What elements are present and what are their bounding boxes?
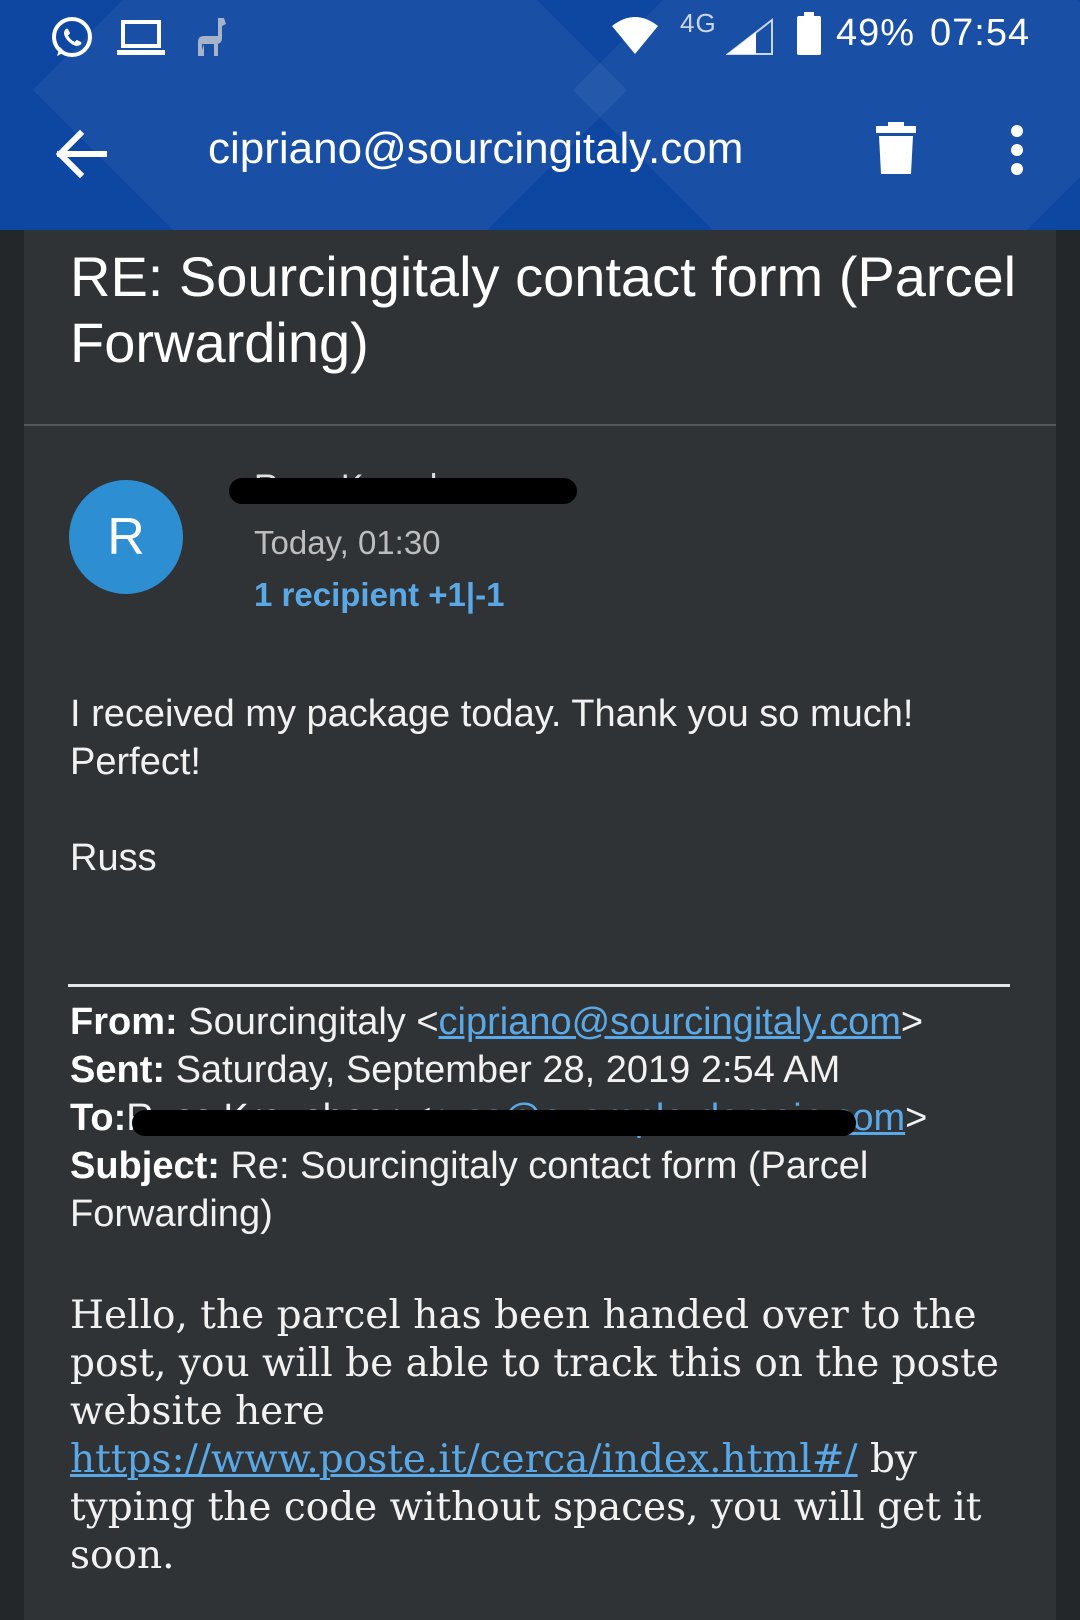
from-email-link[interactable]: cipriano@sourcingitaly.com	[439, 1001, 901, 1043]
quoted-message: Hello, the parcel has been handed over t…	[70, 1292, 1020, 1580]
quoted-subject: Subject: Re: Sourcingitaly contact form …	[70, 1142, 1010, 1238]
body-line: Perfect!	[70, 741, 201, 783]
body-line: Russ	[70, 837, 157, 879]
redaction-bar	[229, 478, 577, 504]
email-date: Today, 01:30	[254, 524, 441, 561]
quoted-sent: Sent: Saturday, September 28, 2019 2:54 …	[70, 1046, 1010, 1094]
app-bar: cipriano@sourcingitaly.com	[0, 100, 1080, 210]
wifi-icon	[610, 16, 660, 61]
battery-icon	[796, 12, 822, 61]
message-start: Hello, the parcel has been handed over t…	[70, 1293, 999, 1434]
quoted-from: From: Sourcingitaly <cipriano@sourcingit…	[70, 998, 1010, 1046]
divider	[24, 424, 1056, 426]
more-vert-icon[interactable]	[1008, 124, 1026, 181]
to-label: To:	[70, 1097, 127, 1139]
account-title: cipriano@sourcingitaly.com	[208, 124, 744, 173]
from-name: Sourcingitaly <	[188, 1001, 439, 1043]
body-line: I received my package today. Thank you s…	[70, 693, 914, 735]
quote-separator	[68, 984, 1010, 987]
from-close: >	[900, 1001, 924, 1043]
subject-label: Subject:	[70, 1145, 220, 1187]
window-edge	[1056, 230, 1080, 1620]
battery-percent: 49%	[836, 12, 916, 54]
trash-icon[interactable]	[874, 120, 918, 181]
laptop-icon	[115, 14, 167, 67]
back-arrow-icon[interactable]	[52, 128, 108, 185]
top-bar: 4G 49% 07:54 cipriano@sourcingitaly.com	[0, 0, 1080, 230]
to-close: >	[905, 1097, 928, 1139]
sent-label: Sent:	[70, 1049, 165, 1091]
avatar[interactable]: R	[69, 480, 183, 594]
llama-icon	[188, 14, 232, 67]
tracking-link[interactable]: https://www.poste.it/cerca/index.html#/	[70, 1437, 858, 1482]
clock: 07:54	[930, 12, 1031, 54]
network-type: 4G	[680, 8, 717, 38]
sent-value: Saturday, September 28, 2019 2:54 AM	[175, 1049, 841, 1091]
recipients-toggle[interactable]: 1 recipient +1|-1	[254, 576, 504, 614]
status-bar: 4G 49% 07:54	[0, 0, 1080, 72]
signal-icon	[725, 17, 774, 61]
redaction-bar	[132, 1110, 856, 1136]
email-subject: RE: Sourcingitaly contact form (Parcel F…	[70, 245, 1017, 374]
from-label: From:	[70, 1001, 178, 1043]
whatsapp-icon	[48, 14, 96, 67]
email-card: RE: Sourcingitaly contact form (Parcel F…	[24, 230, 1056, 1620]
